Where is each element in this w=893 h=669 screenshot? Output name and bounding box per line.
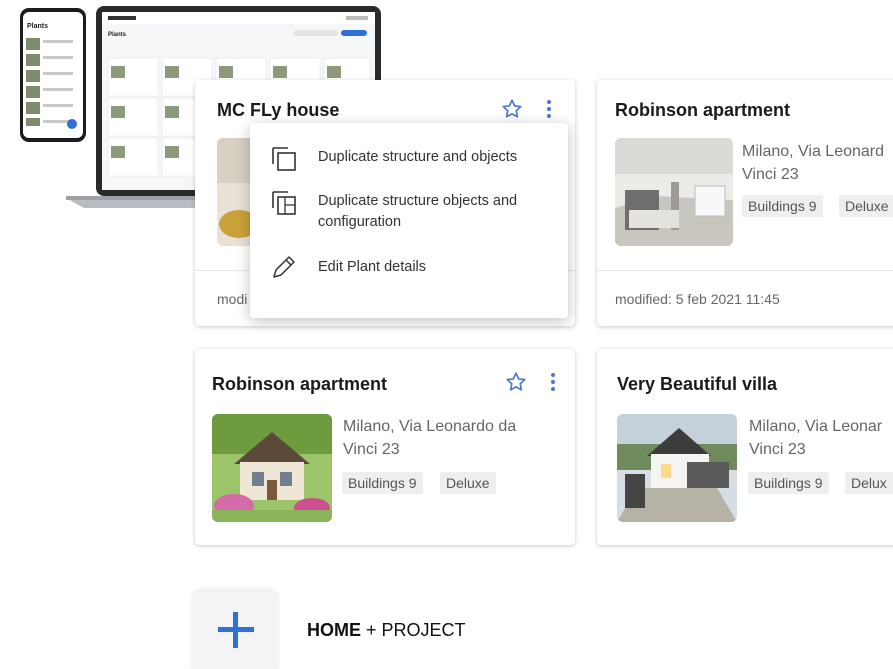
modified-date: modi (217, 291, 248, 307)
plant-address: Milano, Via Leonard Vinci 23 (742, 143, 885, 183)
logo-tile (192, 590, 278, 669)
plant-image (212, 414, 332, 522)
menu-item-edit-details[interactable]: Edit Plant details (250, 253, 568, 283)
phone-title: Plants (27, 23, 48, 30)
laptop-title: Plants (108, 32, 127, 38)
plant-card[interactable]: Robinson apartment Milano, Via Leonardo … (195, 349, 575, 545)
brand-rest: + PROJECT (361, 620, 466, 640)
star-icon[interactable] (501, 98, 523, 120)
tag-buildings: Buildings 9 (742, 195, 823, 217)
card-title: Robinson apartment (615, 100, 791, 120)
card-title: Robinson apartment (212, 374, 388, 394)
modified-date: modified: 5 feb 2021 11:45 (615, 291, 780, 307)
plant-image (617, 414, 737, 522)
plant-card[interactable]: Robinson apartment Milano, Via Leonard V… (597, 80, 893, 326)
duplicate-config-icon (272, 191, 296, 215)
card-title: Very Beautiful villa (617, 374, 778, 394)
plant-card[interactable]: Very Beautiful villa Milano, Via Leonar … (597, 349, 893, 545)
more-vert-icon[interactable] (547, 371, 559, 393)
menu-item-label: Edit Plant details (318, 259, 427, 275)
tag-category: Delux (845, 472, 893, 494)
card-divider (597, 270, 893, 271)
card-context-menu: Duplicate structure and objects Duplicat… (250, 123, 568, 318)
menu-item-duplicate-config[interactable]: Duplicate structure objects and configur… (250, 189, 568, 235)
plus-icon (218, 612, 254, 648)
duplicate-icon (272, 147, 296, 171)
brand-bold: HOME (307, 620, 361, 640)
plant-image (615, 138, 733, 246)
tag-buildings: Buildings 9 (342, 472, 423, 494)
menu-item-duplicate[interactable]: Duplicate structure and objects (250, 143, 568, 173)
card-title: MC FLy house (217, 100, 340, 120)
plant-address: Milano, Via Leonardo da Vinci 23 (343, 418, 517, 458)
tag-category: Deluxe (440, 472, 496, 494)
brand-name: HOME + PROJECT (307, 620, 466, 641)
star-icon[interactable] (505, 371, 527, 393)
tag-buildings: Buildings 9 (748, 472, 829, 494)
menu-item-label: Duplicate structure and objects (318, 149, 518, 165)
phone-mockup: Plants (20, 8, 86, 142)
tag-category: Deluxe (839, 195, 893, 217)
more-vert-icon[interactable] (543, 98, 555, 120)
plant-address: Milano, Via Leonar Vinci 23 (749, 418, 883, 458)
menu-item-label: Duplicate structure objects and configur… (318, 193, 518, 230)
pencil-icon (273, 256, 295, 278)
